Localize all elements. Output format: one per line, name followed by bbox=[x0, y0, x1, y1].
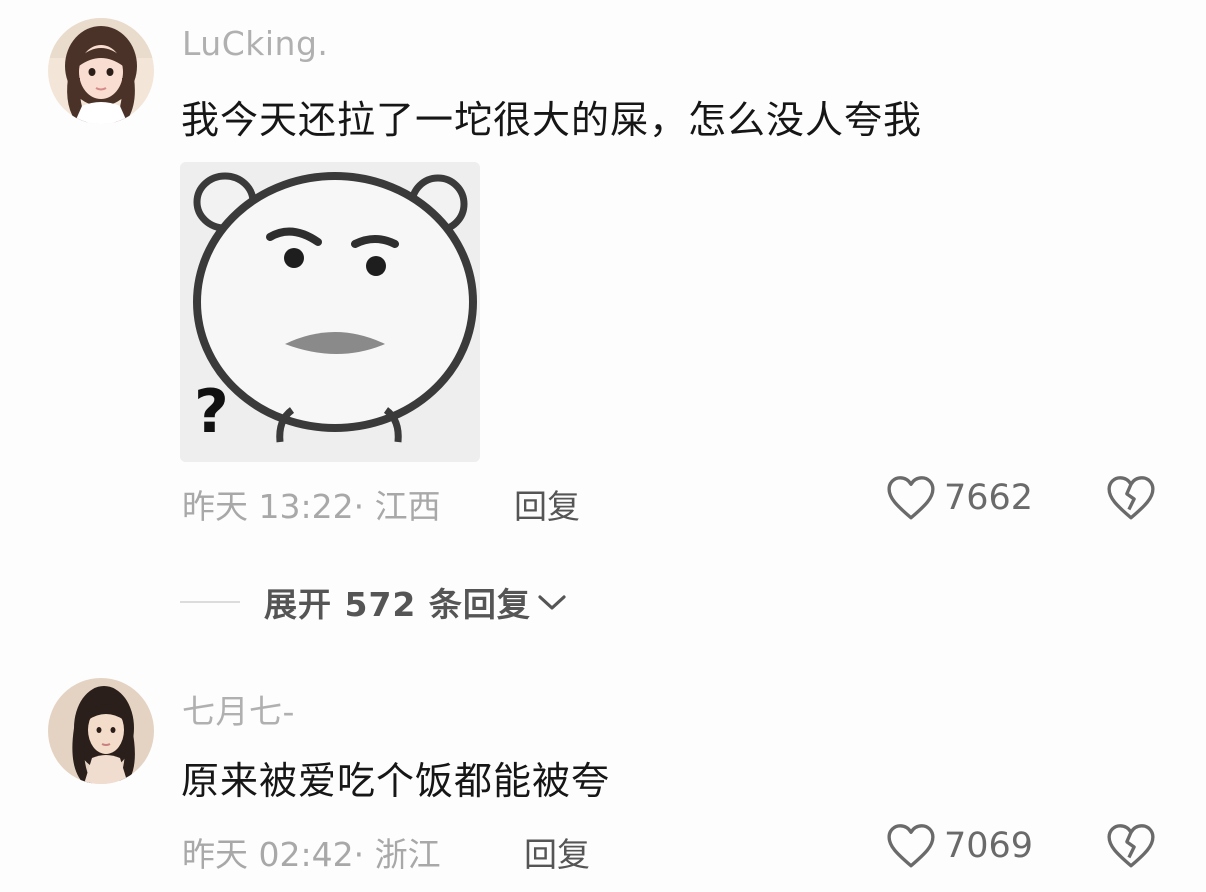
heart-outline-icon bbox=[887, 824, 935, 868]
username[interactable]: 七月七- bbox=[182, 685, 295, 733]
comment-meta: 昨天 02:42· 浙江 bbox=[182, 835, 441, 874]
comment-text: 我今天还拉了一坨很大的屎，怎么没人夸我 bbox=[181, 98, 923, 142]
avatar-image bbox=[48, 18, 154, 124]
chevron-down-icon bbox=[538, 595, 566, 610]
comment-meta: 昨天 13:22· 江西 bbox=[182, 487, 441, 526]
svg-text:?: ? bbox=[194, 377, 229, 447]
comment-sticker[interactable]: ? bbox=[180, 162, 480, 462]
reply-button[interactable]: 回复 bbox=[524, 828, 590, 876]
broken-heart-icon bbox=[1107, 824, 1155, 868]
heart-outline-icon bbox=[887, 476, 935, 520]
expand-replies-button[interactable]: 展开 572 条回复 bbox=[180, 578, 569, 626]
dislike-button[interactable] bbox=[1106, 822, 1158, 874]
like-button[interactable]: 7069 bbox=[886, 822, 1033, 870]
like-button[interactable]: 7662 bbox=[886, 474, 1033, 522]
username[interactable]: LuCking. bbox=[182, 24, 328, 63]
reply-button[interactable]: 回复 bbox=[514, 480, 580, 528]
broken-heart-icon bbox=[1107, 476, 1155, 520]
comment-list: LuCking. 我今天还拉了一坨很大的屎，怎么没人夸我 ? 昨天 13:22·… bbox=[0, 0, 1206, 892]
bear-face-question-sticker: ? bbox=[180, 162, 480, 462]
comment-text: 原来被爱吃个饭都能被夸 bbox=[181, 759, 611, 803]
like-count: 7069 bbox=[944, 826, 1034, 866]
dislike-button[interactable] bbox=[1106, 474, 1158, 526]
divider-line bbox=[180, 601, 240, 603]
avatar-image bbox=[48, 678, 154, 784]
avatar[interactable] bbox=[48, 678, 154, 784]
avatar[interactable] bbox=[48, 18, 154, 124]
expand-replies-label: 展开 572 条回复 bbox=[264, 585, 531, 624]
like-count: 7662 bbox=[944, 478, 1034, 518]
